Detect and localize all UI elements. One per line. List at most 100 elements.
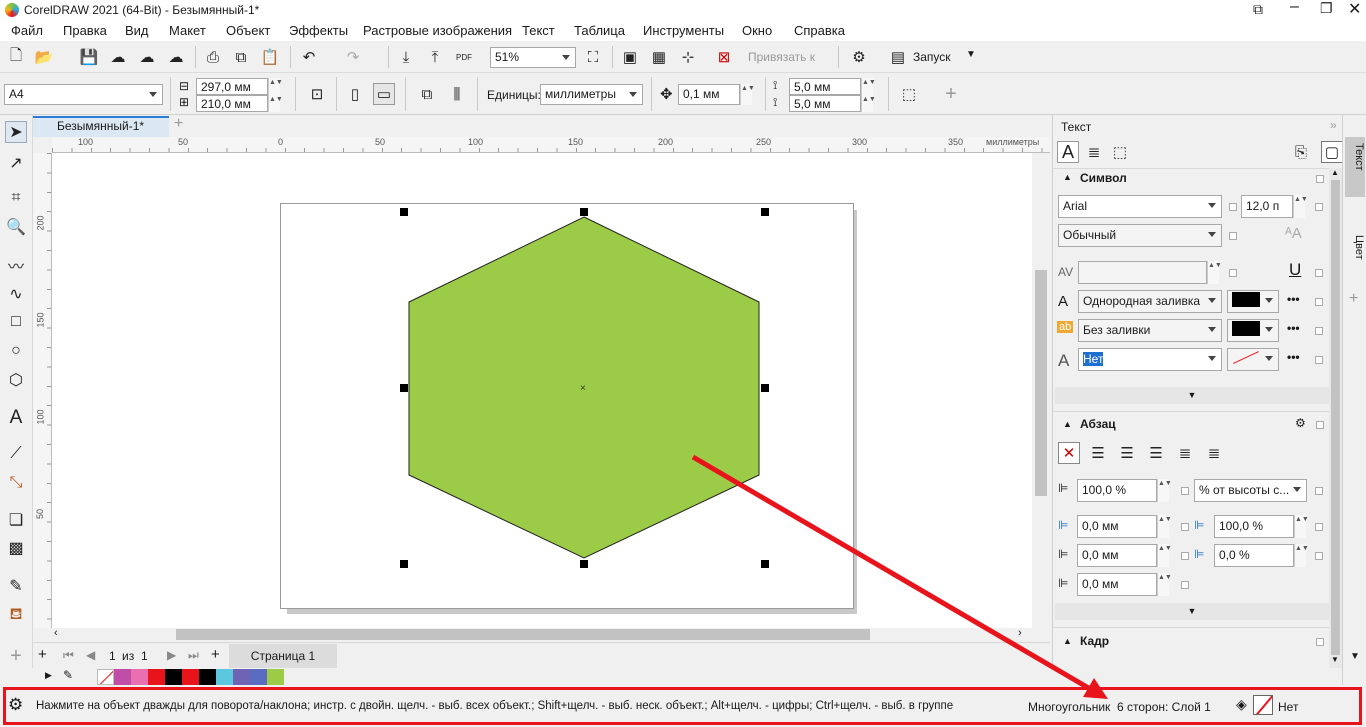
bg-more-icon[interactable]: ••• <box>1287 321 1300 335</box>
next-page-icon[interactable]: ▶ <box>167 648 176 662</box>
docker-tab-color[interactable]: Цвет <box>1345 215 1365 275</box>
cloud-share-icon[interactable]: ☁ <box>136 46 158 68</box>
minimize-button[interactable]: – <box>1290 0 1299 16</box>
launch-icon[interactable]: ▤ <box>887 46 909 68</box>
font-style-select[interactable]: Обычный <box>1058 224 1222 247</box>
open-icon[interactable]: 📂 <box>33 46 55 68</box>
align-center-icon[interactable]: ☰ <box>1116 442 1138 464</box>
palette-eyedropper-icon[interactable]: ✎ <box>63 668 73 682</box>
indent-left-stepper[interactable]: ▲▼ <box>1157 515 1172 538</box>
vertical-ruler[interactable]: 200 150 100 50 <box>33 153 52 628</box>
connector-tool-icon[interactable]: ⤡ <box>5 472 27 494</box>
palette-scroll-icon[interactable]: ▶ <box>45 670 52 681</box>
copy-icon[interactable]: ⧉ <box>230 46 252 68</box>
cloud-icon[interactable]: ☁ <box>165 46 187 68</box>
vertical-scrollbar[interactable] <box>1032 153 1050 628</box>
indent-first-field[interactable]: 0,0 мм <box>1077 544 1157 567</box>
menu-window[interactable]: Окно <box>742 23 772 38</box>
scroll-right-icon[interactable]: › <box>1018 627 1022 639</box>
align-force-icon[interactable]: ≣ <box>1203 442 1225 464</box>
panel-layout-icon[interactable]: ▢ <box>1321 141 1343 163</box>
page-tab[interactable]: Страница 1 <box>229 644 337 668</box>
page-size-select[interactable]: A4 <box>4 84 163 105</box>
launch-dropdown[interactable]: Запуск <box>913 50 951 64</box>
rectangle-tool-icon[interactable]: □ <box>5 311 27 333</box>
fill-more-icon[interactable]: ••• <box>1287 292 1300 306</box>
docker-scroll-down-icon[interactable]: ▼ <box>1350 651 1360 662</box>
add-docker-icon[interactable]: + <box>1349 290 1358 308</box>
dup-y-stepper[interactable]: ▲▼ <box>861 95 876 112</box>
palette-swatch[interactable] <box>267 669 284 685</box>
close-button[interactable]: ✕ <box>1348 0 1361 19</box>
outline-color-select[interactable] <box>1227 348 1279 371</box>
landscape-icon[interactable]: ▭ <box>373 83 395 105</box>
drawing-canvas[interactable]: × <box>52 153 1032 628</box>
underline-icon[interactable]: U <box>1289 260 1301 280</box>
artistic-media-icon[interactable]: ∿ <box>5 283 27 305</box>
nudge-field[interactable]: 0,1 мм <box>678 84 740 105</box>
first-page-icon[interactable]: ⏮ <box>63 648 74 663</box>
add-icon[interactable]: + <box>940 83 962 105</box>
palette-swatch[interactable] <box>114 669 131 685</box>
drop-shadow-icon[interactable]: ❏ <box>5 509 27 531</box>
no-color-swatch[interactable] <box>97 669 114 685</box>
menu-table[interactable]: Таблица <box>574 23 625 38</box>
height-stepper[interactable]: ▲▼ <box>268 95 283 112</box>
tab-document[interactable]: Безымянный-1* <box>33 116 169 137</box>
selection-handle[interactable] <box>400 208 408 216</box>
outline-more-icon[interactable]: ••• <box>1287 350 1300 364</box>
dup-x-stepper[interactable]: ▲▼ <box>861 78 876 95</box>
menu-text[interactable]: Текст <box>522 23 555 38</box>
font-size-stepper[interactable]: ▲▼ <box>1293 195 1308 218</box>
last-page-icon[interactable]: ⏭ <box>188 648 199 663</box>
snap-to-dropdown[interactable]: Привязать к <box>748 50 815 64</box>
duplicate-x-field[interactable]: 5,0 мм <box>789 78 861 95</box>
menu-edit[interactable]: Правка <box>63 23 107 38</box>
nudge-stepper[interactable]: ▲▼ <box>740 84 755 105</box>
char-spacing-stepper[interactable]: ▲▼ <box>1294 515 1309 538</box>
new-tab-icon[interactable]: + <box>174 115 183 133</box>
fill-type-select[interactable]: Однородная заливка <box>1078 290 1222 313</box>
char-section-collapse-icon[interactable]: ▲ <box>1063 172 1072 182</box>
page-height-field[interactable]: 210,0 мм <box>196 95 268 112</box>
hexagon-shape[interactable]: × <box>52 153 1032 628</box>
menu-object[interactable]: Объект <box>226 23 270 38</box>
add-page-after-icon[interactable]: + <box>211 646 220 663</box>
panel-scrollbar[interactable]: ▲ ▼ <box>1329 168 1342 668</box>
dimension-tool-icon[interactable]: ⟋ <box>5 443 27 465</box>
pick-tool-icon[interactable]: ➤ <box>5 121 27 143</box>
selection-handle[interactable] <box>580 208 588 216</box>
para-section-collapse-icon[interactable]: ▲ <box>1063 419 1072 429</box>
restore-button[interactable]: ❐ <box>1320 0 1333 17</box>
palette-swatch[interactable] <box>250 669 267 685</box>
ellipse-tool-icon[interactable]: ○ <box>5 340 27 362</box>
para-expand-bar[interactable]: ▼ <box>1055 603 1329 620</box>
menu-tools[interactable]: Инструменты <box>643 23 724 38</box>
docker-tab-text[interactable]: Текст <box>1345 137 1365 197</box>
save-icon[interactable]: 💾 <box>78 46 100 68</box>
char-expand-bar[interactable]: ▼ <box>1055 387 1329 404</box>
grid-icon[interactable]: ▦ <box>648 46 670 68</box>
print-icon[interactable]: ⎙ <box>202 46 224 68</box>
prev-page-icon[interactable]: ◀ <box>86 648 95 662</box>
char-spacing-field[interactable]: 100,0 % <box>1214 515 1294 538</box>
frame-section-collapse-icon[interactable]: ▲ <box>1063 636 1072 646</box>
all-pages-icon[interactable]: ⊡ <box>306 83 328 105</box>
indent-first-stepper[interactable]: ▲▼ <box>1157 544 1172 567</box>
portrait-icon[interactable]: ▯ <box>344 83 366 105</box>
line-spacing-stepper[interactable]: ▲▼ <box>1157 479 1172 502</box>
font-select[interactable]: Arial <box>1058 195 1222 218</box>
new-document-icon[interactable]: 🗋 <box>5 46 27 68</box>
panel-options-icon[interactable]: ⎘ <box>1290 141 1312 163</box>
align-right-icon[interactable]: ☰ <box>1145 442 1167 464</box>
selection-handle[interactable] <box>400 384 408 392</box>
zoom-fit-icon[interactable]: ⛶ <box>582 46 604 68</box>
palette-swatch[interactable] <box>233 669 250 685</box>
indent-right-field[interactable]: 0,0 мм <box>1077 573 1157 596</box>
menu-layout[interactable]: Макет <box>169 23 206 38</box>
palette-swatch[interactable] <box>165 669 182 685</box>
line-spacing-unit-select[interactable]: % от высоты с... <box>1194 479 1307 502</box>
page-width-field[interactable]: 297,0 мм <box>196 78 268 95</box>
page-frame-icon[interactable]: ⬚ <box>898 83 920 105</box>
crop-tool-icon[interactable]: ⌗ <box>5 187 27 209</box>
